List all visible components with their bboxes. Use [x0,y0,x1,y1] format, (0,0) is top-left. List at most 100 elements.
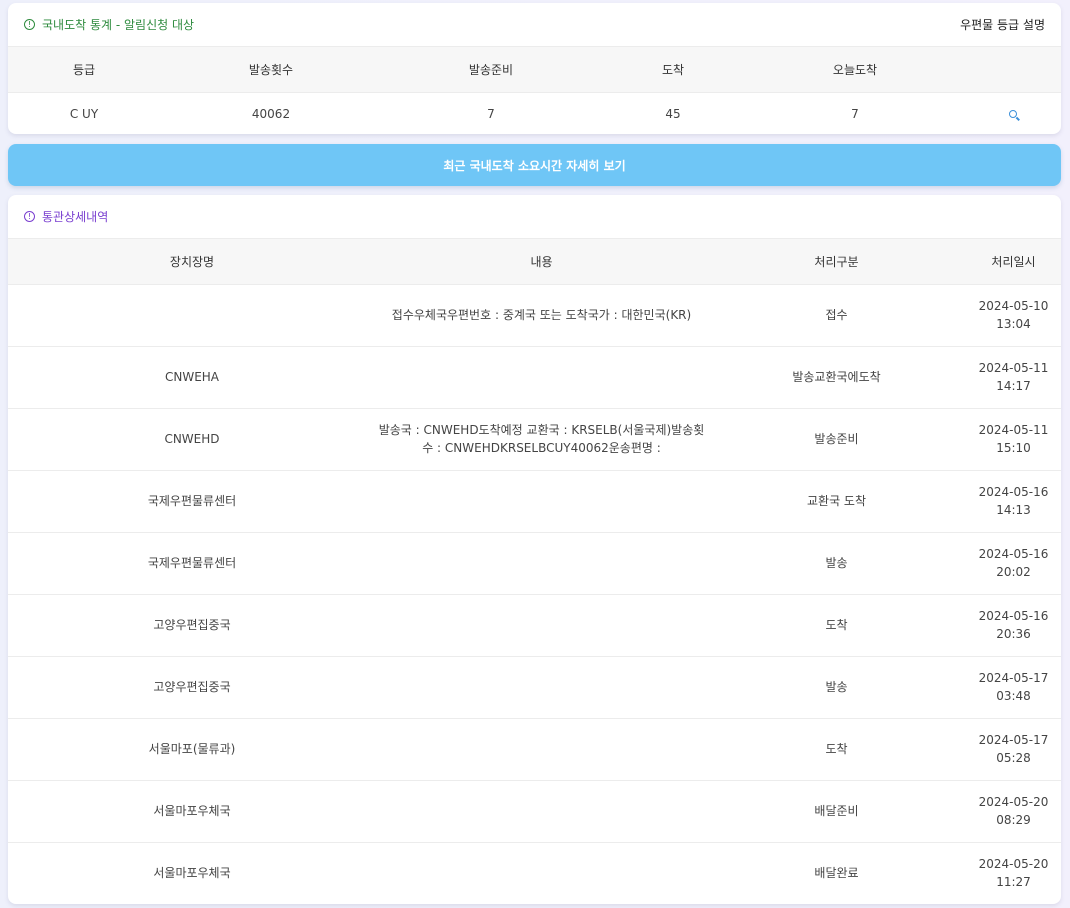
time-text: 08:29 [996,813,1031,827]
grade-help-link[interactable]: 우편물 등급 설명 [960,16,1045,33]
date-text: 2024-05-10 [978,299,1049,313]
date-text: 2024-05-20 [978,795,1049,809]
customs-card-title-text: 통관상세내역 [42,210,109,224]
status-cell: 배달준비 [707,780,966,843]
table-row: 고양우편집중국 발송 2024-05-17 03:48 [8,656,1061,719]
datetime-cell: 2024-05-16 20:36 [966,594,1061,657]
datetime-cell: 2024-05-17 03:48 [966,656,1061,719]
location-cell: CNWEHA [8,346,376,409]
content-cell [376,346,707,409]
location-cell: 고양우편집중국 [8,594,376,657]
time-text: 14:17 [996,379,1031,393]
col-action [964,47,1061,93]
status-cell: 도착 [707,594,966,657]
time-text: 20:36 [996,627,1031,641]
col-ready: 발송준비 [382,47,600,93]
location-cell: 서울마포우체국 [153,866,231,881]
content-cell [376,470,707,533]
status-cell: 접수 [707,284,966,347]
table-row: 서울마포우체국 배달준비 2024-05-20 08:29 [8,780,1061,843]
col-send-count: 발송횟수 [160,47,382,93]
search-icon[interactable] [1008,110,1017,119]
customs-table-body: 접수우체국우편번호 : 중계국 또는 도착국가 : 대한민국(KR) 접수 2024… [8,284,1061,904]
stats-card-header: ! 국내도착 통계 - 알림신청 대상 우편물 등급 설명 [8,3,1061,47]
customs-card-header: ! 통관상세내역 [8,195,1061,239]
content-cell [376,780,707,843]
today-arrived-value: 7 [851,107,859,122]
time-text: 05:28 [996,751,1031,765]
status-cell: 도착 [707,718,966,781]
status-cell: 배달완료 [814,866,859,881]
customs-header-row: 장치장명 내용 처리구분 처리일시 [8,239,1061,285]
info-circle-icon: ! [24,211,35,222]
content-cell [376,718,707,781]
content-cell [376,594,707,657]
col-datetime: 처리일시 [966,239,1061,285]
customs-card-title: ! 통관상세내역 [24,208,108,225]
status-cell: 교환국 도착 [707,470,966,533]
location-cell: 국제우편물류센터 [8,532,376,595]
table-row: 국제우편물류센터 발송 2024-05-16 20:02 [8,532,1061,595]
col-content: 내용 [376,239,707,285]
table-row: CNWEHD 발송국 : CNWEHD도착예정 교환국 : KRSELB(서울국제… [8,408,1061,471]
send-count-value: 40062 [251,107,291,122]
datetime-cell: 2024-05-17 05:28 [966,718,1061,781]
date-text: 2024-05-17 [978,671,1049,685]
table-row: 서울마포우체국 배달완료 2024-05-20 11:27 [8,842,1061,904]
datetime-cell: 2024-05-16 14:13 [966,470,1061,533]
status-cell: 발송교환국에도착 [707,346,966,409]
location-cell: CNWEHD [8,408,376,471]
date-text: 2024-05-11 [978,423,1049,437]
content-cell: 발송국 : CNWEHD도착예정 교환국 : KRSELB(서울국제)발송횟수 … [376,408,707,471]
status-cell: 발송 [707,532,966,595]
table-row: 접수우체국우편번호 : 중계국 또는 도착국가 : 대한민국(KR) 접수 2024… [8,284,1061,347]
arrival-time-detail-button[interactable]: 최근 국내도착 소요시간 자세히 보기 [8,144,1061,186]
time-text: 20:02 [996,565,1031,579]
arrived-value: 45 [665,107,681,122]
content-cell [376,656,707,719]
date-text: 2024-05-20 [978,857,1049,872]
content-cell: 접수우체국우편번호 : 중계국 또는 도착국가 : 대한민국(KR) [376,284,707,347]
location-cell: 국제우편물류센터 [8,470,376,533]
datetime-cell: 2024-05-11 15:10 [966,408,1061,471]
grade-value: C UY [69,107,99,122]
date-text: 2024-05-16 [978,485,1049,499]
col-arrived: 도착 [600,47,746,93]
time-text: 11:27 [996,875,1031,890]
location-cell: 고양우편집중국 [8,656,376,719]
datetime-cell: 2024-05-11 14:17 [966,346,1061,409]
time-text: 14:13 [996,503,1031,517]
col-location: 장치장명 [8,239,376,285]
time-text: 13:04 [996,317,1031,331]
stats-card-title: ! 국내도착 통계 - 알림신청 대상 [24,16,194,33]
table-row: 서울마포(물류과) 도착 2024-05-17 05:28 [8,718,1061,781]
datetime-cell: 2024-05-20 11:27 [966,842,1061,904]
time-text: 03:48 [996,689,1031,703]
col-grade: 등급 [8,47,160,93]
stats-row: C UY 40062 7 45 7 [8,92,1061,134]
table-row: 고양우편집중국 도착 2024-05-16 20:36 [8,594,1061,657]
stats-header-row: 등급 발송횟수 발송준비 도착 오늘도착 [8,47,1061,93]
content-cell [376,532,707,595]
location-cell [8,284,376,347]
table-row: 국제우편물류센터 교환국 도착 2024-05-16 14:13 [8,470,1061,533]
page: ! 국내도착 통계 - 알림신청 대상 우편물 등급 설명 등급 발송횟수 발송… [0,0,1070,908]
datetime-cell: 2024-05-16 20:02 [966,532,1061,595]
status-cell: 발송 [707,656,966,719]
date-text: 2024-05-16 [978,547,1049,561]
col-status: 처리구분 [707,239,966,285]
date-text: 2024-05-17 [978,733,1049,747]
datetime-cell: 2024-05-10 13:04 [966,284,1061,347]
location-cell: 서울마포우체국 [8,780,376,843]
location-cell: 서울마포(물류과) [8,718,376,781]
customs-detail-card: ! 통관상세내역 장치장명 내용 처리구분 처리일시 접수우체국우편번호 : 중… [8,195,1061,904]
col-today-arrived: 오늘도착 [746,47,964,93]
table-row: CNWEHA 발송교환국에도착 2024-05-11 14:17 [8,346,1061,409]
customs-table: 장치장명 내용 처리구분 처리일시 접수우체국우편번호 : 중계국 또는 도착국… [8,239,1061,904]
info-circle-icon: ! [24,19,35,30]
status-cell: 발송준비 [707,408,966,471]
domestic-arrival-stats-card: ! 국내도착 통계 - 알림신청 대상 우편물 등급 설명 등급 발송횟수 발송… [8,3,1061,134]
ready-value: 7 [487,107,495,122]
time-text: 15:10 [996,441,1031,455]
content-cell [376,842,707,904]
